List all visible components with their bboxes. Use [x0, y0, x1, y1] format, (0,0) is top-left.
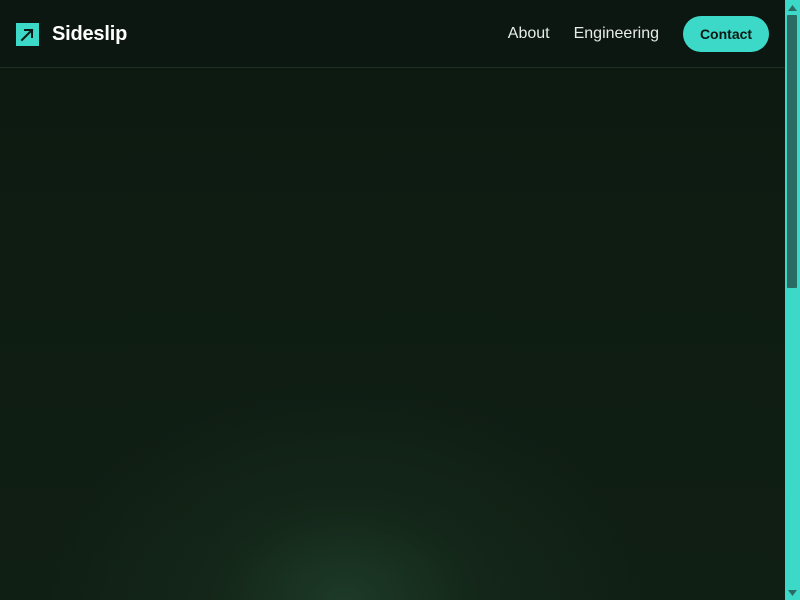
browser-viewport: Sideslip About Engineering Contact: [0, 0, 800, 600]
site-header: Sideslip About Engineering Contact: [0, 0, 785, 68]
nav-link-engineering[interactable]: Engineering: [574, 25, 659, 43]
scrollbar-thumb[interactable]: [787, 15, 797, 288]
brand-link[interactable]: Sideslip: [16, 22, 127, 46]
page-content: Sideslip About Engineering Contact: [0, 0, 785, 600]
arrow-up-right-icon: [16, 22, 39, 46]
brand-name: Sideslip: [52, 22, 128, 45]
scroll-down-arrow-icon[interactable]: [785, 585, 800, 600]
vertical-scrollbar[interactable]: [785, 0, 800, 600]
nav-link-about[interactable]: About: [508, 25, 550, 43]
scroll-up-arrow-icon[interactable]: [785, 0, 800, 15]
main-nav: About Engineering Contact: [508, 16, 769, 52]
contact-button[interactable]: Contact: [683, 16, 769, 52]
